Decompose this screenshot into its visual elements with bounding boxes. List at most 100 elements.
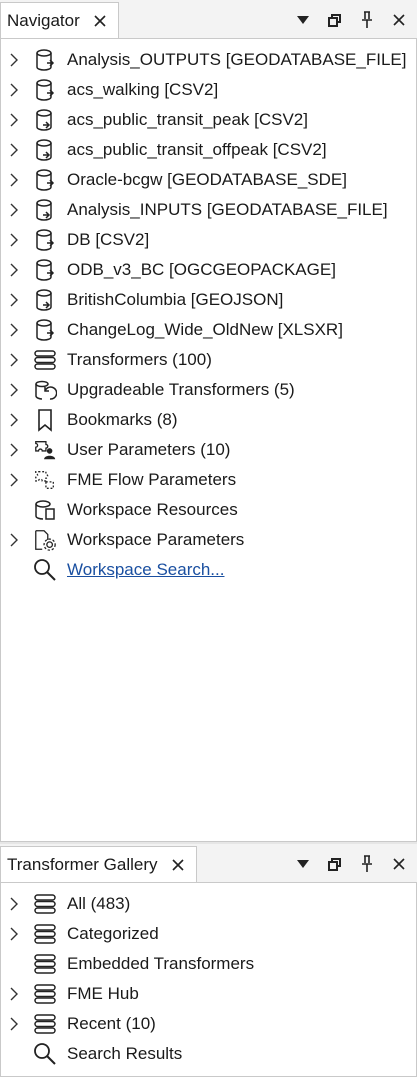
- chevron-right-icon[interactable]: [7, 987, 21, 1001]
- close-icon[interactable]: [387, 852, 411, 876]
- transformers-stack-icon: [33, 348, 57, 372]
- navigator-item-changelog-wide-oldnew[interactable]: ChangeLog_Wide_OldNew [XLSXR]: [1, 315, 416, 345]
- workspace-parameters-icon: [33, 528, 57, 552]
- transformers-stack-icon: [33, 922, 57, 946]
- tree-item-label: ODB_v3_BC [OGCGEOPACKAGE]: [67, 260, 336, 279]
- bookmark-icon: [33, 408, 57, 432]
- reader-db-icon: [33, 258, 57, 282]
- navigator-item-britishcolumbia[interactable]: BritishColumbia [GEOJSON]: [1, 285, 416, 315]
- chevron-right-icon[interactable]: [7, 897, 21, 911]
- float-window-icon[interactable]: [323, 852, 347, 876]
- tree-item-label: User Parameters (10): [67, 440, 231, 459]
- tree-item-label: Analysis_INPUTS [GEODATABASE_FILE]: [67, 200, 388, 219]
- tree-item-label: FME Hub: [67, 984, 139, 1003]
- navigator-item-workspace-parameters[interactable]: Workspace Parameters: [1, 525, 416, 555]
- tree-item-label: Analysis_OUTPUTS [GEODATABASE_FILE]: [67, 50, 407, 69]
- chevron-right-icon[interactable]: [7, 353, 21, 367]
- gallery-header: Transformer Gallery: [0, 844, 417, 882]
- tree-item-label: DB [CSV2]: [67, 230, 150, 249]
- tree-item-label: Embedded Transformers: [67, 954, 255, 973]
- navigator-tools: [291, 8, 411, 32]
- chevron-right-icon[interactable]: [7, 413, 21, 427]
- navigator-item-db[interactable]: DB [CSV2]: [1, 225, 416, 255]
- navigator-item-user-parameters[interactable]: User Parameters (10): [1, 435, 416, 465]
- reader-db-icon: [33, 228, 57, 252]
- writer-db-icon: [33, 198, 57, 222]
- gallery-title: Transformer Gallery: [7, 854, 158, 874]
- gallery-item-all[interactable]: All (483): [1, 889, 416, 919]
- gallery-item-embedded-transformers[interactable]: Embedded Transformers: [1, 949, 416, 979]
- resources-icon: [33, 498, 57, 522]
- chevron-right-icon[interactable]: [7, 533, 21, 547]
- chevron-right-icon[interactable]: [7, 323, 21, 337]
- dropdown-arrow-icon[interactable]: [291, 852, 315, 876]
- gallery-tools: [291, 852, 411, 876]
- tree-item-label: Workspace Resources: [67, 500, 238, 519]
- navigator-item-oracle-bcgw[interactable]: Oracle-bcgw [GEODATABASE_SDE]: [1, 165, 416, 195]
- tree-item-label: Bookmarks (8): [67, 410, 178, 429]
- chevron-right-icon[interactable]: [7, 263, 21, 277]
- navigator-item-workspace-resources[interactable]: Workspace Resources: [1, 495, 416, 525]
- chevron-right-icon[interactable]: [7, 143, 21, 157]
- gallery-tree-container: All (483) Categorized Embedded Transformer…: [0, 882, 417, 1077]
- writer-db-icon: [33, 288, 57, 312]
- chevron-right-icon[interactable]: [7, 53, 21, 67]
- navigator-item-acs-walking[interactable]: acs_walking [CSV2]: [1, 75, 416, 105]
- tree-item-label: Recent (10): [67, 1014, 156, 1033]
- navigator-item-workspace-search[interactable]: Workspace Search...: [1, 555, 416, 585]
- navigator-item-upgradeable-transformers[interactable]: Upgradeable Transformers (5): [1, 375, 416, 405]
- close-icon[interactable]: [387, 8, 411, 32]
- writer-db-icon: [33, 138, 57, 162]
- gallery-item-recent[interactable]: Recent (10): [1, 1009, 416, 1039]
- tree-item-label: Workspace Parameters: [67, 530, 245, 549]
- tree-item-label: FME Flow Parameters: [67, 470, 237, 489]
- navigator-pane: Navigator Analysis_OUTPUTS [GEODATABASE_…: [0, 0, 417, 844]
- tree-item-label: acs_walking [CSV2]: [67, 80, 219, 99]
- gallery-tab[interactable]: Transformer Gallery: [0, 846, 197, 882]
- gallery-item-categorized[interactable]: Categorized: [1, 919, 416, 949]
- gallery-tree: All (483) Categorized Embedded Transformer…: [1, 883, 416, 1069]
- chevron-right-icon[interactable]: [7, 1017, 21, 1031]
- reader-db-icon: [33, 168, 57, 192]
- chevron-right-icon[interactable]: [7, 927, 21, 941]
- gallery-item-search-results[interactable]: Search Results: [1, 1039, 416, 1069]
- transformers-stack-icon: [33, 952, 57, 976]
- navigator-item-analysis-inputs[interactable]: Analysis_INPUTS [GEODATABASE_FILE]: [1, 195, 416, 225]
- chevron-right-icon[interactable]: [7, 173, 21, 187]
- chevron-right-icon[interactable]: [7, 203, 21, 217]
- navigator-tree-container: Analysis_OUTPUTS [GEODATABASE_FILE] acs_w…: [0, 38, 417, 842]
- navigator-title: Navigator: [7, 10, 80, 30]
- tree-item-label: All (483): [67, 894, 131, 913]
- tree-item-label: ChangeLog_Wide_OldNew [XLSXR]: [67, 320, 343, 339]
- pin-icon[interactable]: [355, 8, 379, 32]
- navigator-item-fme-flow-parameters[interactable]: FME Flow Parameters: [1, 465, 416, 495]
- navigator-item-acs-public-transit-offpeak[interactable]: acs_public_transit_offpeak [CSV2]: [1, 135, 416, 165]
- chevron-right-icon[interactable]: [7, 113, 21, 127]
- pin-icon[interactable]: [355, 852, 379, 876]
- writer-db-icon: [33, 108, 57, 132]
- transformers-stack-icon: [33, 982, 57, 1006]
- navigator-item-bookmarks[interactable]: Bookmarks (8): [1, 405, 416, 435]
- chevron-right-icon[interactable]: [7, 473, 21, 487]
- navigator-item-odb-v3-bc[interactable]: ODB_v3_BC [OGCGEOPACKAGE]: [1, 255, 416, 285]
- close-icon[interactable]: [90, 11, 110, 31]
- dropdown-arrow-icon[interactable]: [291, 8, 315, 32]
- navigator-item-transformers[interactable]: Transformers (100): [1, 345, 416, 375]
- gallery-item-fme-hub[interactable]: FME Hub: [1, 979, 416, 1009]
- chevron-right-icon[interactable]: [7, 83, 21, 97]
- close-icon[interactable]: [168, 855, 188, 875]
- tree-item-label: Categorized: [67, 924, 159, 943]
- navigator-item-analysis-outputs[interactable]: Analysis_OUTPUTS [GEODATABASE_FILE]: [1, 45, 416, 75]
- navigator-item-acs-public-transit-peak[interactable]: acs_public_transit_peak [CSV2]: [1, 105, 416, 135]
- navigator-tab[interactable]: Navigator: [0, 2, 119, 38]
- tree-item-label: Upgradeable Transformers (5): [67, 380, 295, 399]
- tree-item-label: Oracle-bcgw [GEODATABASE_SDE]: [67, 170, 347, 189]
- reader-db-icon: [33, 78, 57, 102]
- search-icon: [33, 1042, 57, 1066]
- chevron-right-icon[interactable]: [7, 443, 21, 457]
- chevron-right-icon[interactable]: [7, 233, 21, 247]
- chevron-right-icon[interactable]: [7, 383, 21, 397]
- float-window-icon[interactable]: [323, 8, 347, 32]
- chevron-right-icon[interactable]: [7, 293, 21, 307]
- workspace-search-link[interactable]: Workspace Search...: [67, 560, 224, 580]
